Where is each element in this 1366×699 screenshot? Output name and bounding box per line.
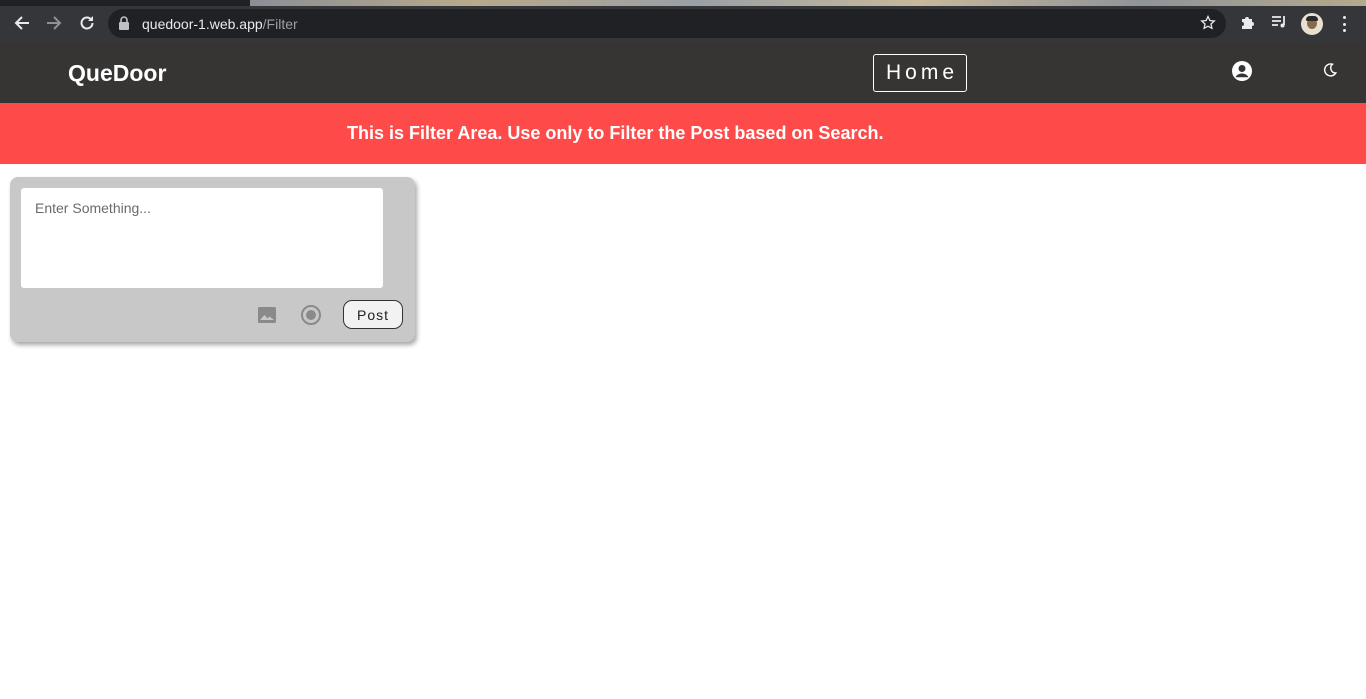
home-button[interactable]: Home — [873, 54, 967, 92]
banner-text: This is Filter Area. Use only to Filter … — [347, 123, 884, 143]
forward-icon[interactable] — [43, 12, 65, 34]
dark-mode-moon-icon[interactable] — [1322, 62, 1338, 83]
browser-menu-icon[interactable] — [1338, 14, 1350, 34]
reload-icon[interactable] — [76, 12, 98, 34]
profile-avatar[interactable] — [1301, 13, 1323, 35]
image-icon[interactable] — [257, 305, 277, 330]
media-queue-icon[interactable] — [1270, 13, 1288, 36]
url-text: quedoor-1.web.app/Filter — [142, 16, 298, 32]
post-button[interactable]: Post — [343, 300, 403, 329]
filter-banner: This is Filter Area. Use only to Filter … — [0, 103, 1366, 164]
tab-strip-background — [250, 0, 1366, 6]
browser-chrome: quedoor-1.web.app/Filter — [0, 0, 1366, 43]
tab-strip — [0, 0, 1366, 6]
back-icon[interactable] — [11, 12, 33, 34]
post-input[interactable] — [21, 188, 383, 288]
bookmark-star-icon[interactable] — [1200, 14, 1216, 36]
url-path: /Filter — [262, 16, 298, 32]
post-composer-card: Post — [10, 177, 415, 342]
lock-icon — [118, 16, 130, 35]
brand-logo[interactable]: QueDoor — [68, 60, 166, 87]
account-circle-icon[interactable] — [1231, 60, 1253, 87]
address-bar[interactable]: quedoor-1.web.app/Filter — [108, 9, 1226, 38]
avatar-hair — [1306, 16, 1318, 21]
url-host: quedoor-1.web.app — [142, 16, 263, 32]
app-header: QueDoor Home — [0, 43, 1366, 103]
extensions-puzzle-icon[interactable] — [1239, 13, 1257, 36]
radio-icon[interactable] — [300, 304, 322, 331]
